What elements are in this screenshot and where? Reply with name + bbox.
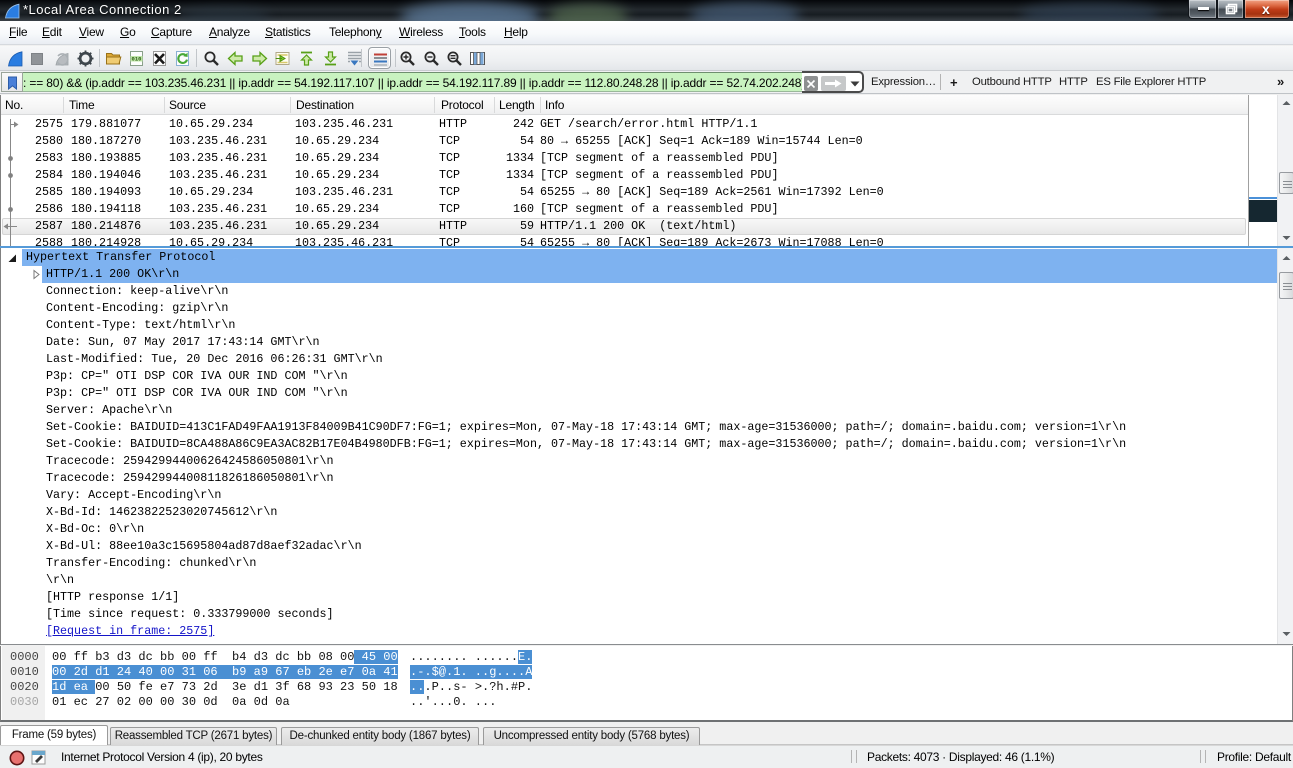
svg-text:010: 010 (132, 56, 142, 63)
